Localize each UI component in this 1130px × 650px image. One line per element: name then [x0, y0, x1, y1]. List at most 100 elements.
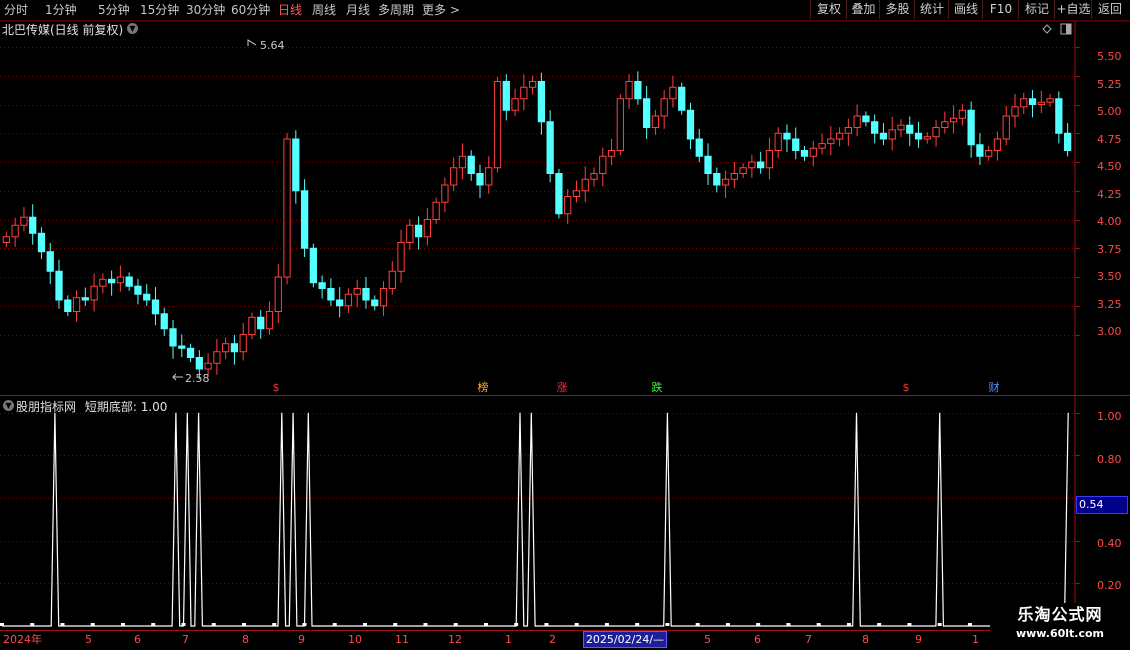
candle-body: [283, 138, 291, 278]
chevron-down-icon[interactable]: ▼: [3, 400, 14, 411]
event-marker[interactable]: $: [273, 381, 280, 394]
candle-body: [520, 86, 528, 100]
indicator-baseline-dot: [453, 623, 458, 626]
candle-body: [1037, 101, 1045, 105]
candle-body: [949, 117, 958, 123]
candle-body: [493, 81, 502, 169]
candle-body: [125, 276, 133, 287]
low-price-label: 2.58: [185, 372, 210, 385]
price-tick: 3.50: [1097, 270, 1122, 283]
indicator-baseline-dot: [937, 623, 942, 626]
indicator-baseline-dot: [604, 623, 609, 626]
candle-body: [327, 288, 335, 301]
candle-body: [757, 161, 765, 169]
event-marker[interactable]: 榜: [478, 380, 489, 394]
date-tick: 6: [134, 633, 141, 646]
chart-canvas[interactable]: $ 榜 涨 跌 $ 财 5.64 2.58 5.50 5.25 5.00 4.75 4.5…: [0, 0, 1130, 650]
candle-body: [625, 81, 633, 100]
candle-body: [678, 86, 686, 111]
indicator-colon: :: [132, 400, 141, 414]
candle-body: [976, 144, 984, 157]
candle-body: [55, 270, 63, 301]
indicator-baseline-dot: [272, 623, 277, 626]
candle-body: [906, 124, 914, 134]
indicator-baseline-dot: [846, 623, 851, 626]
candle-body: [107, 278, 116, 284]
candle-body: [502, 81, 510, 111]
diamond-icon[interactable]: [1042, 24, 1052, 34]
candle-body: [800, 150, 809, 157]
current-value-badge: 0.54: [1076, 496, 1128, 514]
candle-body: [336, 299, 344, 307]
price-tick: 3.25: [1097, 298, 1122, 311]
indicator-baseline-dot: [0, 623, 4, 626]
date-tick: 7: [805, 633, 812, 646]
indicator-baseline-dot: [514, 623, 519, 626]
candle-body: [29, 216, 37, 234]
candle-body: [143, 293, 151, 301]
date-tick: 9: [915, 633, 922, 646]
candle-body: [897, 124, 905, 131]
event-marker[interactable]: 跌: [652, 380, 663, 394]
indicator-tick: 1.00: [1097, 410, 1122, 423]
candle-body: [1020, 98, 1028, 108]
candle-body: [300, 190, 309, 249]
candle-body: [72, 297, 81, 313]
candle-body: [511, 98, 519, 111]
candle-body: [318, 282, 326, 289]
candle-body: [669, 86, 677, 100]
indicator-baseline-dot: [786, 623, 791, 626]
date-tick: 11: [395, 633, 409, 646]
indicator-baseline-dot: [423, 623, 428, 626]
candle-body: [739, 167, 747, 174]
indicator-baseline-dot: [665, 623, 670, 626]
date-tick: 7: [182, 633, 189, 646]
candle-body: [213, 351, 221, 364]
low-arrow-icon: [172, 373, 183, 381]
candle-body: [660, 98, 668, 117]
candle-body: [64, 299, 72, 312]
candle-body: [414, 224, 423, 238]
event-marker[interactable]: $: [903, 381, 910, 394]
candle-body: [599, 155, 607, 174]
date-tick: 2024年: [3, 632, 42, 646]
candle-body: [748, 161, 756, 169]
date-axis-labels: 2024年 5 6 7 8 9 10 11 12 1 2 5 6 7 8 9 1: [3, 632, 979, 646]
indicator-baseline-dot: [695, 623, 700, 626]
candle-body: [572, 190, 581, 197]
candle-body: [222, 343, 230, 353]
indicator-baseline-dot: [725, 623, 730, 626]
candle-body: [134, 285, 142, 295]
price-tick: 3.00: [1097, 325, 1122, 338]
candle-body: [792, 138, 800, 151]
indicator-tick: 0.40: [1097, 537, 1122, 550]
indicator-baseline-dot: [90, 623, 95, 626]
indicator-baseline-dot: [756, 623, 761, 626]
candle-body: [564, 196, 572, 215]
candle-body: [458, 155, 467, 169]
candle-body: [353, 288, 361, 295]
indicator-baseline-dot: [877, 623, 882, 626]
candle-body: [721, 178, 730, 186]
candle-body: [1063, 132, 1072, 151]
candle-body: [695, 138, 703, 157]
candle-body: [809, 147, 817, 157]
price-tick: 5.00: [1097, 105, 1122, 118]
candle-body: [116, 276, 125, 284]
candle-body: [634, 81, 642, 100]
candle-body: [344, 293, 353, 307]
candle-body: [941, 121, 949, 128]
date-tick: 8: [862, 633, 869, 646]
date-tick: 1: [972, 633, 979, 646]
indicator-name: 短期底部: [84, 400, 133, 414]
event-marker[interactable]: 财: [989, 380, 1000, 394]
event-marker[interactable]: 涨: [557, 381, 568, 394]
candle-body: [485, 167, 493, 186]
candle-body: [686, 109, 695, 140]
candle-body: [818, 143, 826, 149]
indicator-baseline-dot: [362, 623, 367, 626]
indicator-baseline-dot: [544, 623, 549, 626]
candle-body: [1002, 115, 1010, 140]
candlestick-series: [2, 71, 1072, 380]
candle-body: [985, 150, 993, 157]
